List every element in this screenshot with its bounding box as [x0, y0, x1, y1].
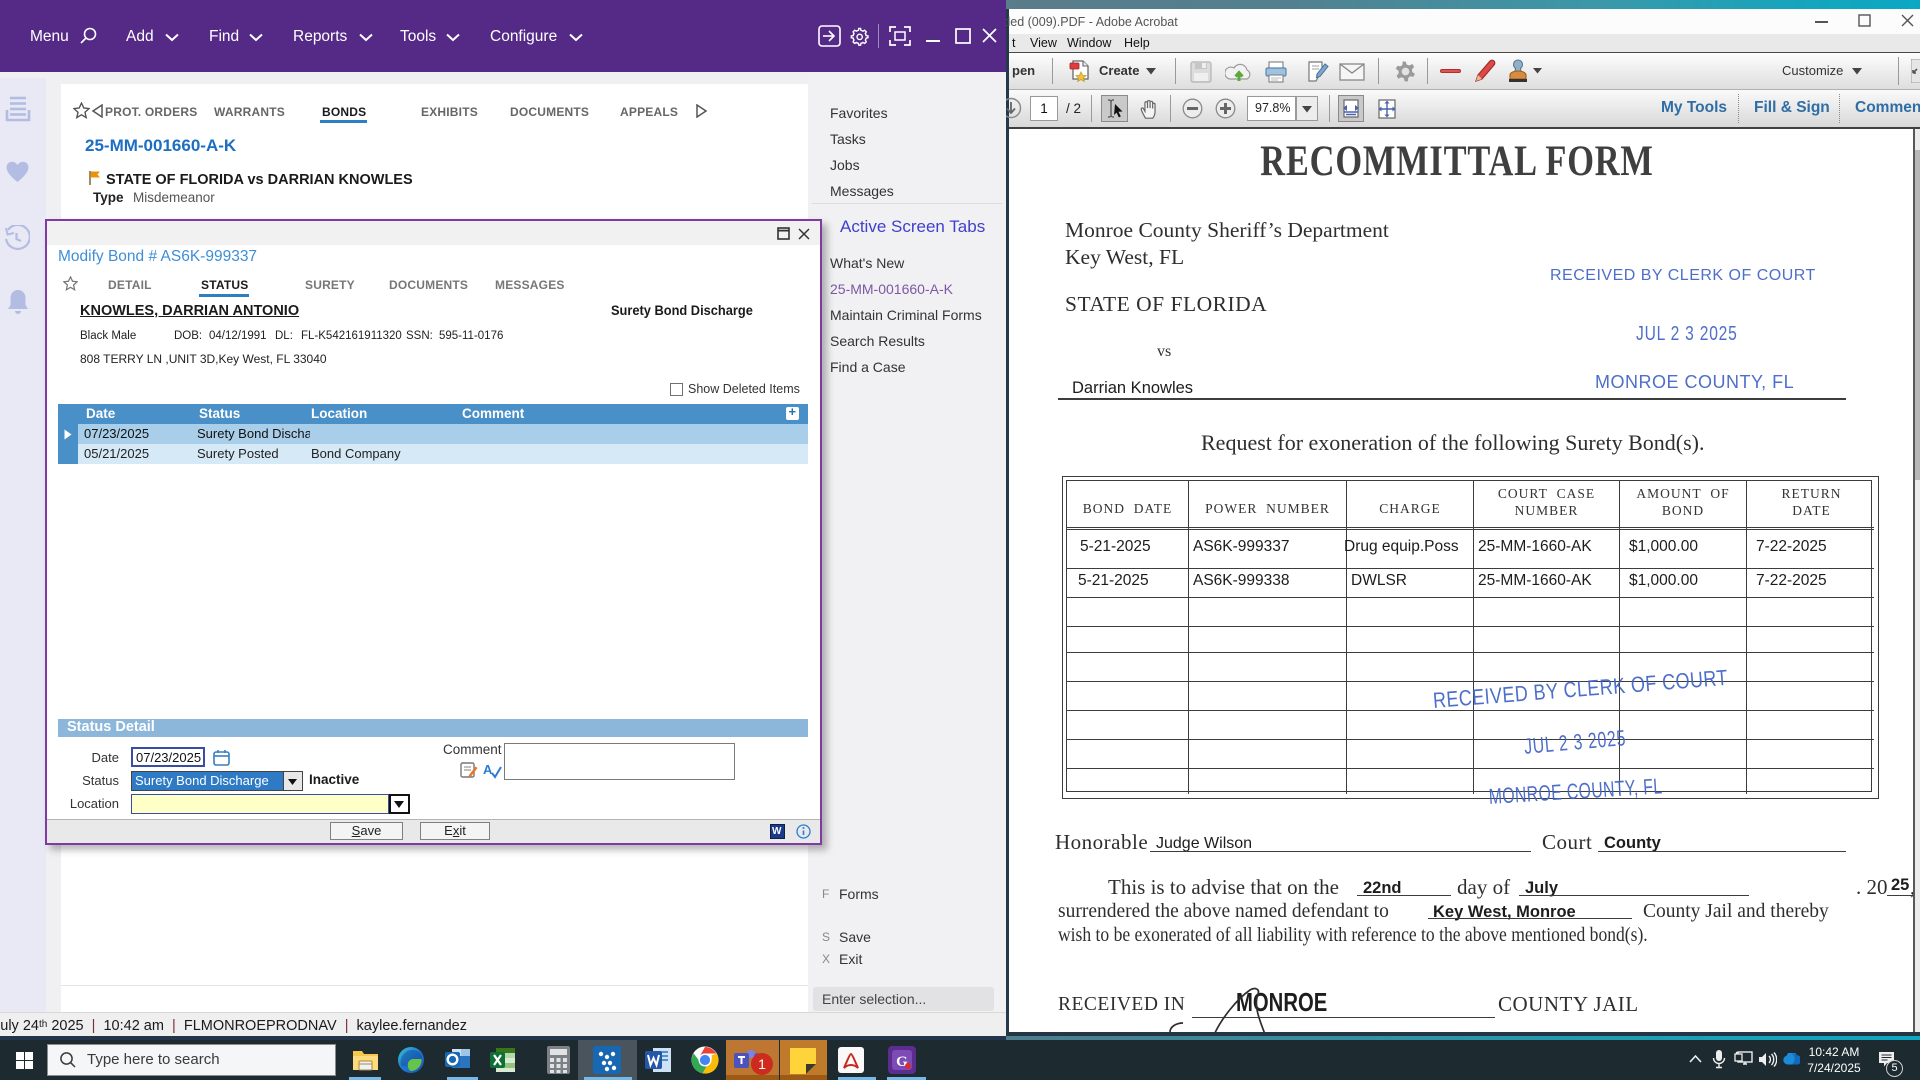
svg-text:1: 1 [758, 1056, 766, 1072]
svg-text:A: A [483, 762, 493, 777]
